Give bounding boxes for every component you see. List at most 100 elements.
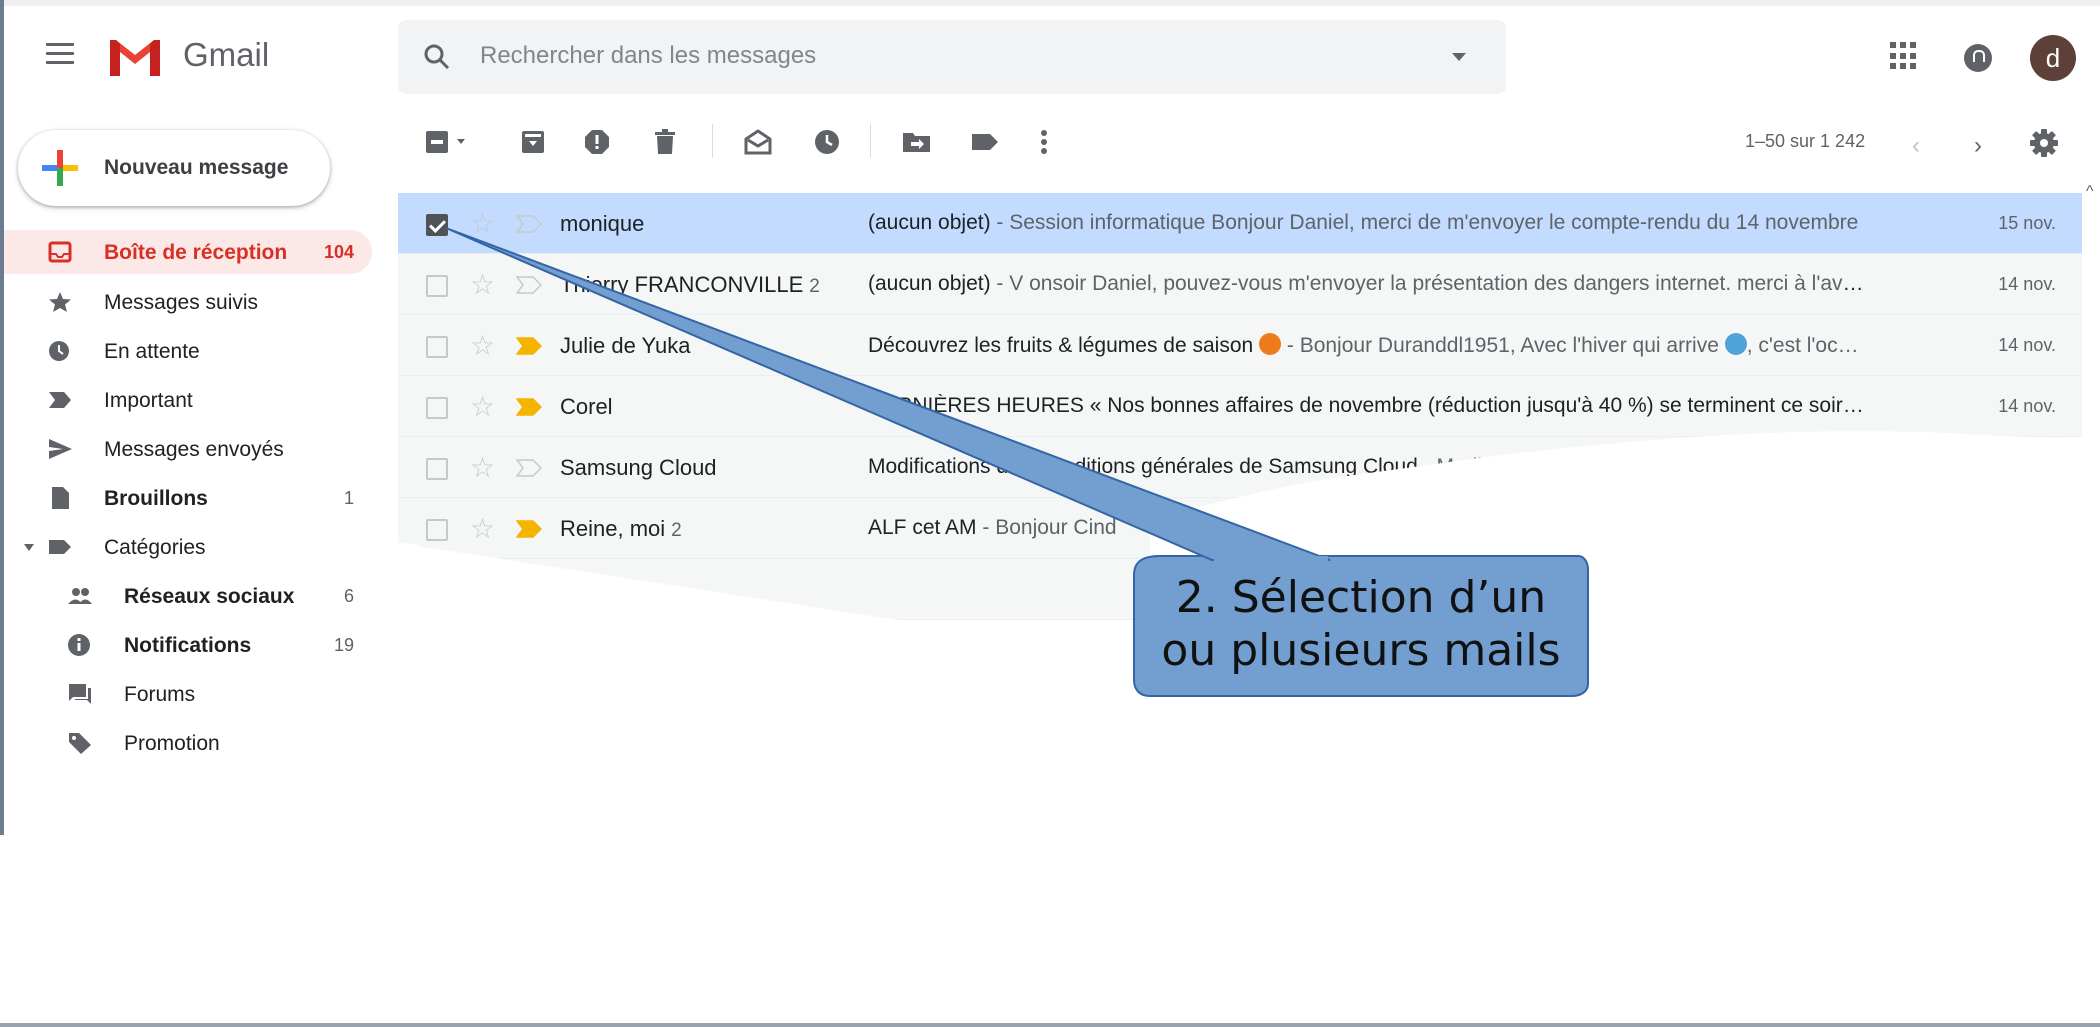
email-sender: Reine, moi 2 [560, 516, 682, 542]
report-spam-button[interactable] [582, 127, 612, 157]
row-checkbox[interactable] [426, 397, 448, 419]
important-marker-icon[interactable] [516, 337, 542, 355]
sidebar-item-label: Boîte de réception [104, 241, 288, 264]
sidebar-item-inbox[interactable]: Boîte de réception 104 [0, 230, 372, 274]
more-options-button[interactable] [1034, 127, 1054, 157]
sidebar-item-social[interactable]: Réseaux sociaux 6 [0, 574, 372, 618]
search-icon[interactable] [422, 42, 452, 72]
send-icon [49, 439, 72, 459]
notifications-icon[interactable] [1964, 44, 1992, 72]
sender-name: Thierry FRANCONVILLE [560, 272, 804, 297]
expand-caret-icon[interactable] [24, 544, 34, 551]
annotation-line-1: 2. Sélection d’un [1175, 572, 1547, 623]
window-top-edge [0, 0, 2100, 6]
sidebar-item-forums[interactable]: Forums [0, 672, 372, 716]
apps-grid-icon[interactable] [1890, 42, 1918, 70]
move-to-button[interactable] [900, 127, 934, 157]
important-marker-icon[interactable] [516, 215, 542, 233]
important-marker-icon[interactable] [516, 520, 542, 538]
chevron-right-icon[interactable]: › [1974, 132, 1982, 160]
sidebar-item-label: Brouillons [104, 487, 208, 510]
important-marker-icon[interactable] [516, 398, 542, 416]
spam-icon [585, 130, 609, 154]
thread-count: 2 [671, 520, 682, 541]
mark-as-read-button[interactable] [742, 127, 774, 157]
sidebar-item-label-ur[interactable]: Ur [0, 770, 372, 814]
email-subject: (aucun objet) [868, 211, 991, 234]
email-sender: Julie de Yuka [560, 333, 696, 359]
row-checkbox[interactable] [426, 580, 448, 602]
sidebar-item-updates[interactable]: Notifications 19 [0, 623, 372, 667]
toolbar-divider [712, 124, 713, 158]
star-icon[interactable]: ☆ [470, 512, 495, 545]
unread-count: 104 [323, 242, 354, 262]
email-sender: Thierry FRANCONVILLE 2 [560, 272, 820, 298]
search-input[interactable]: Rechercher dans les messages [480, 42, 816, 70]
sidebar-item-snoozed[interactable]: En attente [0, 329, 372, 373]
delete-button[interactable] [650, 127, 680, 157]
sidebar-item-label: Réseaux sociaux [124, 585, 295, 608]
row-checkbox[interactable] [426, 336, 448, 358]
compose-button[interactable]: Nouveau message [18, 130, 330, 206]
star-icon[interactable]: ☆ [470, 268, 495, 301]
important-marker-icon[interactable] [516, 276, 542, 294]
email-sender: monique [560, 211, 650, 237]
email-sender: Fa [560, 577, 592, 603]
sidebar-item-promotions[interactable]: Promotion [0, 721, 372, 765]
people-icon [68, 588, 92, 604]
archive-button[interactable] [518, 127, 548, 157]
row-checkbox[interactable] [426, 458, 448, 480]
sidebar-item-starred[interactable]: Messages suivis [0, 280, 372, 324]
mark-read-icon [744, 129, 772, 155]
label-icon [49, 540, 71, 554]
email-snippet-end: , c'est l'oc… [1746, 334, 1859, 357]
email-date: 14 nov. [1998, 335, 2056, 355]
sidebar-item-sent[interactable]: Messages envoyés [0, 427, 372, 471]
row-checkbox[interactable] [426, 214, 448, 236]
snooze-button[interactable] [812, 127, 842, 157]
move-to-icon [903, 133, 930, 152]
email-row[interactable]: ☆ Thierry FRANCONVILLE 2 (aucun objet) - V … [398, 254, 2082, 315]
star-icon[interactable]: ☆ [470, 451, 495, 484]
screenshot-stage: Gmail Rechercher dans les messages d Nou… [0, 0, 2100, 1027]
search-options-icon[interactable] [1452, 53, 1466, 61]
gear-icon[interactable] [2030, 129, 2058, 157]
email-row[interactable]: ☆ Reine, moi 2 ALF cet AM - Bonjour Cind [398, 498, 2082, 559]
row-checkbox[interactable] [426, 275, 448, 297]
tag-icon [69, 733, 91, 754]
sidebar-item-label: En attente [104, 340, 200, 363]
sender-name: Samsung Cloud [560, 455, 717, 480]
important-marker-icon[interactable] [516, 459, 542, 477]
email-row[interactable]: ☆ Samsung Cloud Modifications des Conditio… [398, 437, 2082, 498]
tangerine-emoji-icon [1259, 333, 1282, 355]
label-icon [972, 134, 998, 150]
email-list: ☆ monique (aucun objet) - Session informat… [398, 193, 2082, 620]
sidebar-item-drafts[interactable]: Brouillons 1 [0, 476, 372, 520]
star-icon[interactable]: ☆ [470, 329, 495, 362]
scroll-up-arrow-icon[interactable]: ^ [2086, 183, 2094, 201]
thread-count: 2 [809, 276, 820, 297]
select-all-checkbox[interactable] [424, 127, 470, 157]
search-bar[interactable]: Rechercher dans les messages [398, 20, 1506, 94]
star-icon[interactable]: ☆ [470, 390, 495, 423]
label-button[interactable] [968, 127, 1002, 157]
email-row[interactable]: ☆ Corel DERNIÈRES HEURES « Nos bonnes affa… [398, 376, 2082, 437]
sidebar-item-label: Notifications [124, 634, 252, 657]
sidebar-item-label: Ur [104, 781, 127, 804]
email-row[interactable]: ☆ monique (aucun objet) - Session informat… [398, 193, 2082, 254]
main-menu-icon[interactable] [46, 43, 74, 65]
row-checkbox[interactable] [426, 519, 448, 541]
more-vert-icon [1041, 130, 1047, 154]
avatar[interactable]: d [2030, 35, 2076, 81]
important-marker-icon[interactable] [516, 581, 542, 599]
gmail-logo-icon[interactable] [106, 34, 164, 78]
label-icon [49, 785, 71, 799]
star-icon[interactable]: ☆ [470, 207, 495, 240]
email-subject-line: ALF cet AM - Bonjour Cind [868, 516, 1868, 540]
sidebar-item-important[interactable]: Important [0, 378, 372, 422]
email-row[interactable]: ☆ Julie de Yuka Découvrez les fruits & lég… [398, 315, 2082, 376]
star-icon[interactable]: ☆ [470, 573, 495, 606]
chevron-left-icon[interactable]: ‹ [1912, 132, 1920, 160]
sidebar-item-categories[interactable]: Catégories [0, 525, 372, 569]
sidebar-item-label: Messages envoyés [104, 438, 284, 461]
